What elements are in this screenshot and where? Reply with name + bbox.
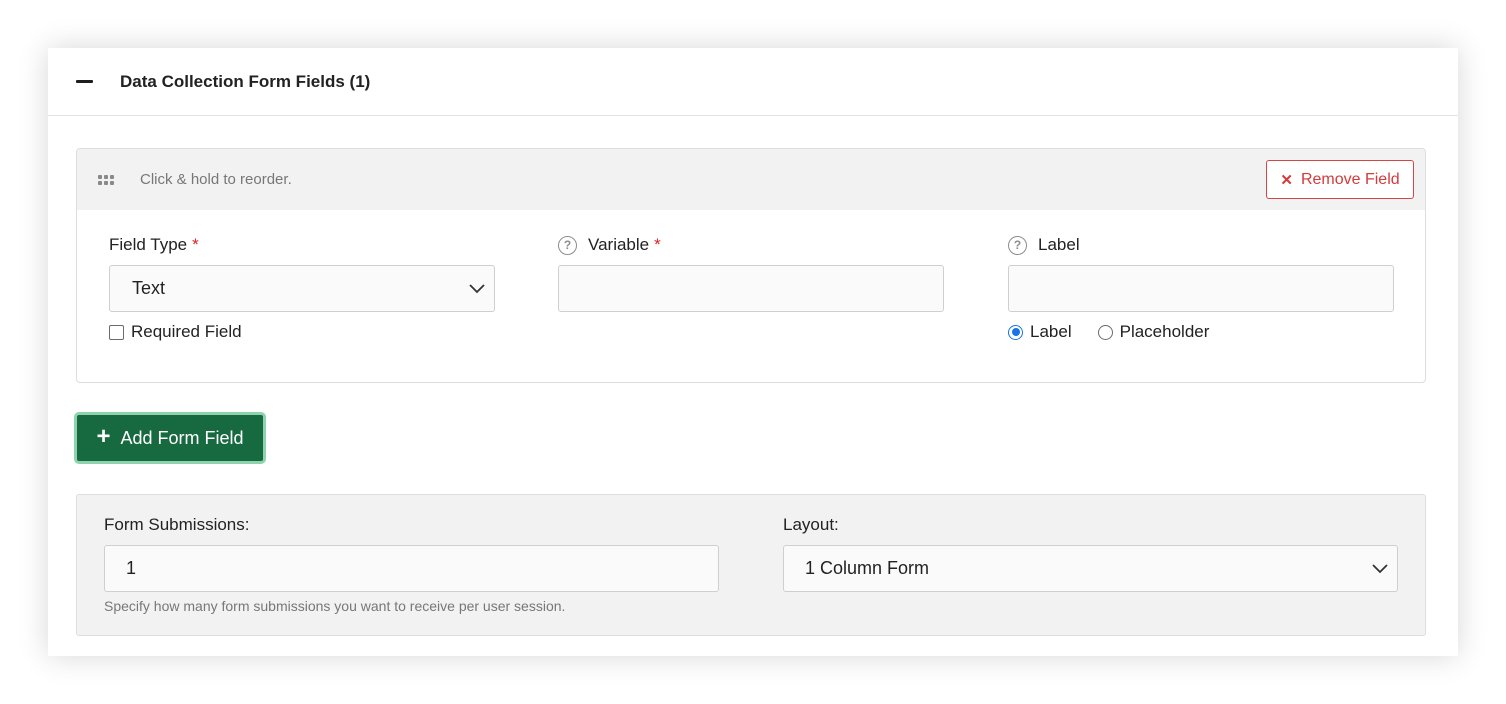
close-icon: ✕	[1280, 171, 1293, 189]
radio-placeholder-text: Placeholder	[1119, 322, 1210, 341]
form-settings-box: Form Submissions: 1 Specify how many for…	[76, 494, 1426, 636]
submissions-value: 1	[126, 558, 137, 578]
radio-option-label[interactable]: Label	[1008, 322, 1072, 342]
label-label-text: Label	[1038, 235, 1080, 254]
required-field-checkbox[interactable]	[109, 324, 124, 340]
label-label: ? Label	[1008, 235, 1394, 255]
display-mode-radios: Label Placeholder	[1008, 322, 1394, 342]
required-asterisk: *	[654, 235, 661, 254]
add-form-field-button[interactable]: + Add Form Field	[74, 412, 266, 464]
collapse-minus-icon[interactable]	[76, 73, 94, 91]
plus-icon: +	[96, 423, 111, 450]
submissions-label: Form Submissions:	[104, 515, 250, 534]
chevron-down-icon	[469, 284, 485, 294]
submissions-input[interactable]: 1	[104, 545, 719, 592]
radio-option-placeholder[interactable]: Placeholder	[1097, 322, 1210, 342]
layout-select[interactable]: 1 Column Form	[783, 545, 1398, 592]
field-type-value: Text	[132, 278, 166, 298]
required-asterisk: *	[192, 235, 199, 254]
remove-field-button[interactable]: ✕ Remove Field	[1266, 160, 1414, 199]
radio-label-text: Label	[1030, 322, 1072, 341]
required-field-toggle[interactable]: Required Field	[109, 322, 495, 342]
field-type-label-text: Field Type	[109, 235, 188, 254]
radio-label-selected[interactable]	[1008, 324, 1023, 340]
radio-placeholder[interactable]	[1097, 324, 1113, 340]
panel-title: Data Collection Form Fields (1)	[120, 71, 371, 91]
field-type-label: Field Type *	[109, 235, 495, 255]
grip-icon	[98, 173, 116, 187]
label-input[interactable]	[1008, 265, 1394, 312]
remove-field-label: Remove Field	[1300, 170, 1400, 188]
required-field-label: Required Field	[131, 322, 242, 341]
form-field-card: Click & hold to reorder. ✕ Remove Field …	[76, 148, 1426, 383]
variable-label-text: Variable	[588, 235, 650, 254]
form-fields-panel: Data Collection Form Fields (1) Click & …	[48, 48, 1458, 656]
layout-group: Layout: 1 Column Form	[783, 515, 1398, 592]
reorder-hint: Click & hold to reorder.	[140, 171, 292, 188]
add-form-field-label: Add Form Field	[120, 427, 244, 448]
drag-handle-bar[interactable]: Click & hold to reorder. ✕ Remove Field	[77, 149, 1425, 210]
help-icon[interactable]: ?	[1008, 235, 1027, 255]
submissions-hint: Specify how many form submissions you wa…	[104, 598, 566, 614]
layout-value: 1 Column Form	[805, 558, 930, 578]
variable-label: ? Variable *	[558, 235, 944, 255]
label-group: ? Label Label Placeholder	[1008, 235, 1394, 342]
variable-group: ? Variable *	[558, 235, 944, 312]
panel-header[interactable]: Data Collection Form Fields (1)	[48, 48, 1458, 116]
chevron-down-icon	[1372, 564, 1388, 574]
layout-label: Layout:	[783, 515, 839, 534]
variable-input[interactable]	[558, 265, 944, 312]
field-type-select[interactable]: Text	[109, 265, 495, 312]
submissions-group: Form Submissions: 1 Specify how many for…	[104, 515, 719, 614]
help-icon[interactable]: ?	[558, 235, 577, 255]
field-type-group: Field Type * Text Required Field	[109, 235, 495, 342]
